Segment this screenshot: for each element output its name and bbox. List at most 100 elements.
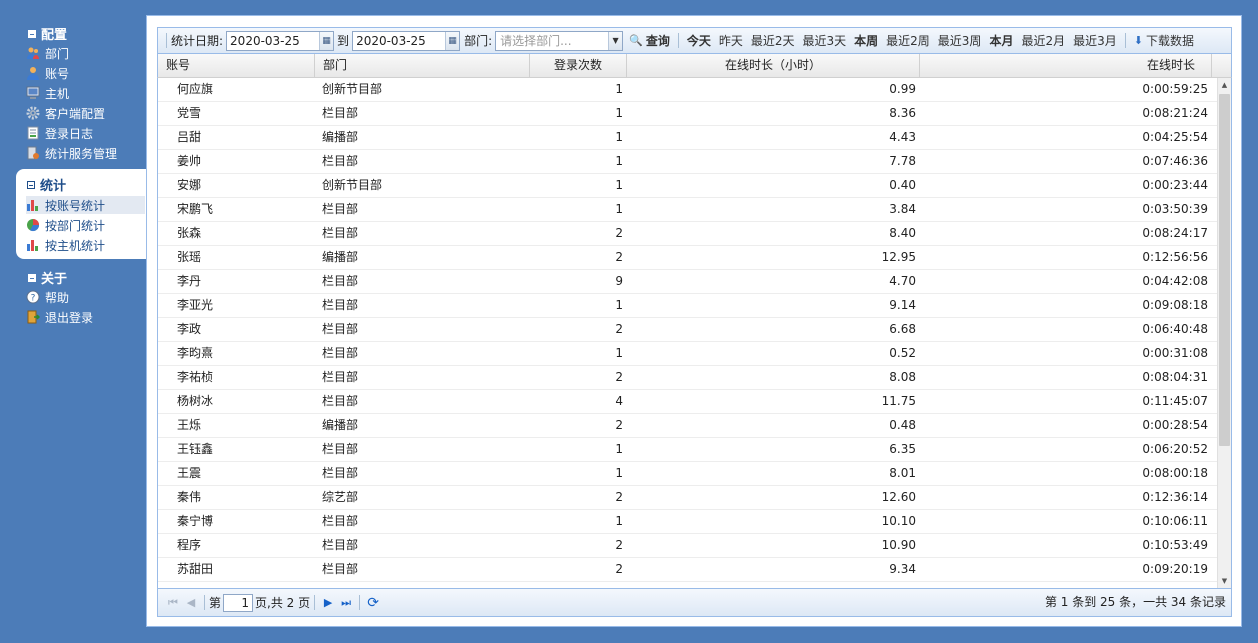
next-page-icon[interactable]: ▶ bbox=[319, 594, 337, 612]
vertical-scrollbar[interactable]: ▲ ▼ bbox=[1217, 78, 1231, 588]
calendar-icon[interactable]: ▦ bbox=[445, 31, 460, 50]
refresh-icon[interactable]: ⟳ bbox=[364, 594, 382, 612]
collapse-icon bbox=[28, 273, 36, 282]
table-row[interactable]: 宋鹏飞 栏目部 1 3.84 0:03:50:39 bbox=[158, 198, 1219, 222]
chevron-down-icon[interactable]: ▼ bbox=[608, 31, 623, 50]
nav-item-stat-by-department[interactable]: 按部门统计 bbox=[26, 216, 105, 234]
table-row[interactable]: 何应旗 创新节目部 1 0.99 0:00:59:25 bbox=[158, 78, 1219, 102]
cell-online-hours: 9.34 bbox=[889, 562, 916, 576]
prev-page-icon[interactable]: ◀ bbox=[182, 594, 200, 612]
table-row[interactable]: 李丹 栏目部 9 4.70 0:04:42:08 bbox=[158, 270, 1219, 294]
cell-online-duration: 0:00:23:44 bbox=[1142, 178, 1208, 192]
column-header-online-hours[interactable]: 在线时长（小时） bbox=[627, 54, 920, 77]
cell-department: 栏目部 bbox=[322, 154, 359, 168]
config-group-header[interactable]: 配置 bbox=[28, 24, 67, 43]
range-last-2-weeks-button[interactable]: 最近2周 bbox=[882, 32, 934, 49]
table-row[interactable]: 杨树冰 栏目部 4 11.75 0:11:45:07 bbox=[158, 390, 1219, 414]
table-row[interactable]: 李昀熹 栏目部 1 0.52 0:00:31:08 bbox=[158, 342, 1219, 366]
cell-online-hours: 6.35 bbox=[889, 442, 916, 456]
table-row[interactable]: 秦伟 综艺部 2 12.60 0:12:36:14 bbox=[158, 486, 1219, 510]
table-row[interactable]: 李亚光 栏目部 1 9.14 0:09:08:18 bbox=[158, 294, 1219, 318]
table-row[interactable]: 秦宁博 栏目部 1 10.10 0:10:06:11 bbox=[158, 510, 1219, 534]
table-row[interactable]: 王震 栏目部 1 8.01 0:08:00:18 bbox=[158, 462, 1219, 486]
range-this-month-button[interactable]: 本月 bbox=[985, 32, 1017, 49]
table-row[interactable]: 李祐桢 栏目部 2 8.08 0:08:04:31 bbox=[158, 366, 1219, 390]
table-row[interactable]: 王烁 编播部 2 0.48 0:00:28:54 bbox=[158, 414, 1219, 438]
cell-online-hours: 0.99 bbox=[889, 82, 916, 96]
cell-account: 吕甜 bbox=[177, 130, 202, 144]
scroll-up-icon[interactable]: ▲ bbox=[1218, 78, 1231, 92]
scroll-down-icon[interactable]: ▼ bbox=[1218, 574, 1231, 588]
range-yesterday-button[interactable]: 昨天 bbox=[715, 32, 747, 49]
bar-chart-icon bbox=[27, 240, 38, 251]
cell-account: 李昀熹 bbox=[177, 346, 214, 360]
table-row[interactable]: 王钰鑫 栏目部 1 6.35 0:06:20:52 bbox=[158, 438, 1219, 462]
scroll-thumb[interactable] bbox=[1219, 94, 1230, 446]
column-header-online-duration[interactable]: 在线时长 bbox=[920, 54, 1212, 77]
about-group-title: 关于 bbox=[41, 272, 68, 287]
column-header-department[interactable]: 部门 bbox=[315, 54, 530, 77]
nav-item-account[interactable]: 账号 bbox=[26, 64, 69, 82]
table-row[interactable]: 安娜 创新节目部 1 0.40 0:00:23:44 bbox=[158, 174, 1219, 198]
department-combo-placeholder: 请选择部门... bbox=[500, 34, 572, 48]
cell-account: 苏甜田 bbox=[177, 562, 214, 576]
nav-item-host[interactable]: 主机 bbox=[26, 84, 69, 102]
table-row[interactable]: 苏甜田 栏目部 2 9.34 0:09:20:19 bbox=[158, 558, 1219, 582]
table-row[interactable]: 李政 栏目部 2 6.68 0:06:40:48 bbox=[158, 318, 1219, 342]
download-button[interactable]: ⬇ 下载数据 bbox=[1130, 32, 1198, 49]
cell-account: 姜帅 bbox=[177, 154, 202, 168]
about-group-header[interactable]: 关于 bbox=[28, 268, 67, 287]
cell-online-duration: 0:04:42:08 bbox=[1142, 274, 1208, 288]
cell-login-count: 2 bbox=[615, 538, 623, 552]
range-this-week-button[interactable]: 本周 bbox=[850, 32, 882, 49]
range-last-3-weeks-button[interactable]: 最近3周 bbox=[934, 32, 986, 49]
nav-item-stat-service[interactable]: 统计服务管理 bbox=[26, 144, 117, 162]
range-last-2-days-button[interactable]: 最近2天 bbox=[747, 32, 799, 49]
nav-item-label: 客户端配置 bbox=[45, 106, 106, 121]
calendar-icon[interactable]: ▦ bbox=[319, 31, 334, 50]
nav-item-stat-by-host[interactable]: 按主机统计 bbox=[26, 236, 105, 254]
page-number-input[interactable]: 1 bbox=[223, 593, 254, 612]
cell-login-count: 1 bbox=[615, 154, 623, 168]
column-header-account[interactable]: 账号 bbox=[158, 54, 315, 77]
to-label: 到 bbox=[337, 34, 350, 48]
department-combo[interactable]: 请选择部门... ▼ bbox=[495, 30, 624, 51]
table-row[interactable]: 张森 栏目部 2 8.40 0:08:24:17 bbox=[158, 222, 1219, 246]
start-date-field[interactable]: 2020-03-25 ▦ bbox=[226, 30, 335, 51]
table-row[interactable]: 吕甜 编播部 1 4.43 0:04:25:54 bbox=[158, 126, 1219, 150]
cell-account: 李政 bbox=[177, 322, 202, 336]
range-last-3-months-button[interactable]: 最近3月 bbox=[1069, 32, 1121, 49]
date-label: 统计日期: bbox=[171, 34, 224, 48]
range-last-2-months-button[interactable]: 最近2月 bbox=[1017, 32, 1069, 49]
last-page-icon[interactable]: ⏭ bbox=[337, 594, 355, 612]
cell-online-duration: 0:06:40:48 bbox=[1142, 322, 1208, 336]
cell-department: 创新节目部 bbox=[322, 178, 383, 192]
table-row[interactable]: 程序 栏目部 2 10.90 0:10:53:49 bbox=[158, 534, 1219, 558]
stat-group-header[interactable]: 统计 bbox=[27, 175, 66, 194]
nav-item-stat-by-account[interactable]: 按账号统计 bbox=[26, 196, 145, 214]
paging-separator bbox=[204, 595, 205, 610]
column-header-login-count[interactable]: 登录次数 bbox=[530, 54, 627, 77]
table-row[interactable]: 张瑶 编播部 2 12.95 0:12:56:56 bbox=[158, 246, 1219, 270]
nav-item-logout[interactable]: 退出登录 bbox=[26, 308, 93, 326]
cell-online-hours: 10.90 bbox=[881, 538, 916, 552]
nav-item-label: 主机 bbox=[45, 86, 70, 101]
cell-login-count: 1 bbox=[615, 298, 623, 312]
cell-login-count: 1 bbox=[615, 178, 623, 192]
cell-online-duration: 0:03:50:39 bbox=[1142, 202, 1208, 216]
page-prefix: 第 bbox=[209, 596, 222, 610]
nav-item-department[interactable]: 部门 bbox=[26, 44, 69, 62]
cell-department: 栏目部 bbox=[322, 538, 359, 552]
nav-item-client-config[interactable]: 客户端配置 bbox=[26, 104, 105, 122]
cell-login-count: 1 bbox=[615, 82, 623, 96]
range-today-button[interactable]: 今天 bbox=[683, 32, 715, 49]
table-row[interactable]: 姜帅 栏目部 1 7.78 0:07:46:36 bbox=[158, 150, 1219, 174]
first-page-icon[interactable]: ⏮ bbox=[164, 594, 182, 612]
nav-item-login-log[interactable]: 登录日志 bbox=[26, 124, 93, 142]
range-last-3-days-button[interactable]: 最近3天 bbox=[799, 32, 851, 49]
end-date-field[interactable]: 2020-03-25 ▦ bbox=[352, 30, 461, 51]
table-row[interactable]: 党雪 栏目部 1 8.36 0:08:21:24 bbox=[158, 102, 1219, 126]
query-button[interactable]: 🔍 查询 bbox=[625, 32, 674, 49]
nav-item-help[interactable]: ? 帮助 bbox=[26, 288, 69, 306]
cell-department: 综艺部 bbox=[322, 490, 359, 504]
